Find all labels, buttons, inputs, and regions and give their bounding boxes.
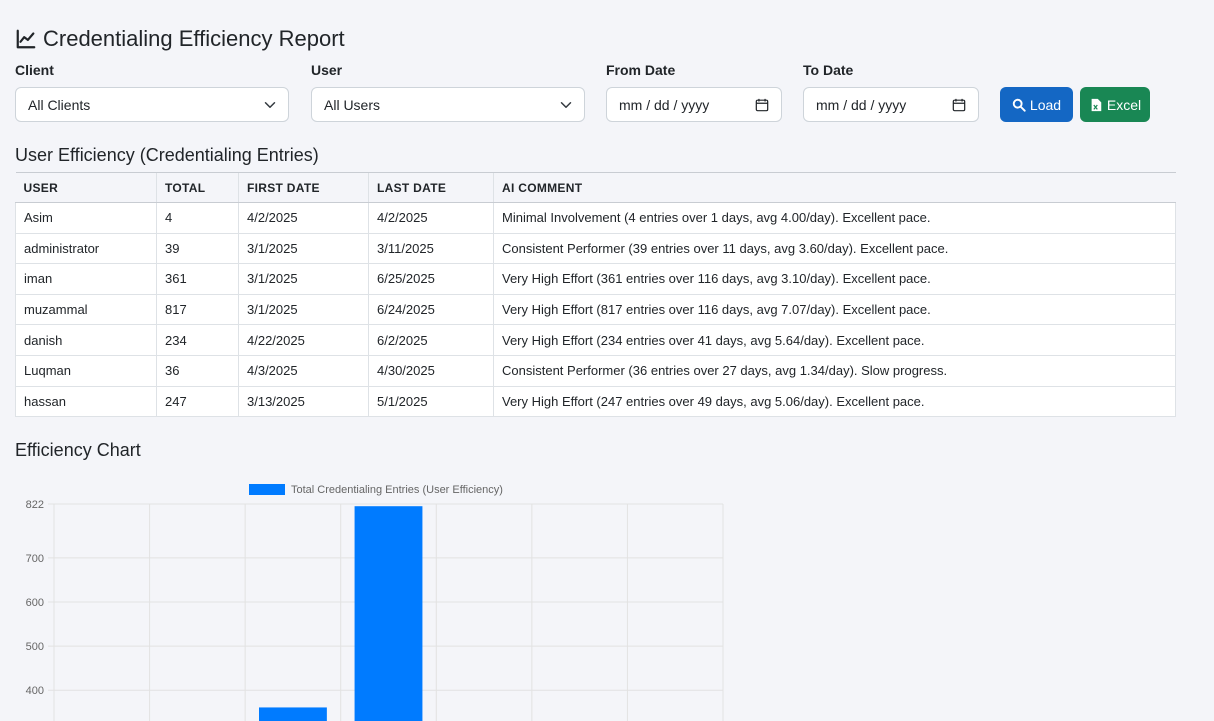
cell-first-date: 4/2/2025 [238,202,369,234]
cell-ai-comment: Consistent Performer (39 entries over 11… [493,232,1176,265]
client-select[interactable]: All Clients [15,87,289,122]
cell-last-date: 4/30/2025 [368,354,494,387]
cell-user: muzammal [15,293,157,326]
chart-line-icon [16,29,36,49]
cell-first-date: 3/1/2025 [238,293,369,326]
to-date-input[interactable]: mm / dd / yyyy [803,87,979,122]
cell-total: 817 [156,293,239,326]
table-row: iman 361 3/1/2025 6/25/2025 Very High Ef… [15,263,1176,295]
cell-last-date: 3/11/2025 [368,232,494,265]
chevron-down-icon [264,101,276,108]
cell-ai-comment: Very High Effort (817 entries over 116 d… [493,293,1176,326]
legend-label[interactable]: Total Credentialing Entries (User Effici… [291,484,503,496]
cell-last-date: 5/1/2025 [368,385,494,418]
load-button-label: Load [1029,96,1062,113]
column-header-last-date[interactable]: LAST DATE [368,172,494,203]
cell-first-date: 4/3/2025 [238,354,369,387]
table-section-title: User Efficiency (Credentialing Entries) [15,145,319,165]
table-row: administrator 39 3/1/2025 3/11/2025 Cons… [15,232,1176,265]
column-header-total[interactable]: TOTAL [156,172,239,203]
cell-total: 39 [156,232,239,265]
user-efficiency-table: USER TOTAL FIRST DATE LAST DATE AI COMME… [15,172,1176,418]
y-tick-label: 400 [26,685,44,697]
table-row: Luqman 36 4/3/2025 4/30/2025 Consistent … [15,354,1176,387]
load-button[interactable]: Load [1000,87,1073,122]
cell-ai-comment: Very High Effort (234 entries over 41 da… [493,324,1176,356]
cell-first-date: 3/1/2025 [238,263,369,295]
from-date-label: From Date [606,62,676,78]
efficiency-bar-chart: Total Credentialing Entries (User Effici… [26,484,724,721]
bar-muzammal[interactable] [354,506,423,721]
cell-user: hassan [15,385,157,418]
table-row: danish 234 4/22/2025 6/2/2025 Very High … [15,324,1176,356]
user-select-value: All Users [324,96,381,113]
excel-button[interactable]: Excel [1080,87,1150,122]
legend-swatch[interactable] [249,484,285,495]
cell-user: Luqman [15,354,157,387]
user-select[interactable]: All Users [311,87,585,122]
to-date-value: mm / dd / yyyy [816,96,907,113]
cell-total: 234 [156,324,239,356]
cell-total: 36 [156,354,239,387]
file-excel-icon [1091,98,1102,111]
cell-first-date: 3/13/2025 [238,385,369,418]
y-tick-label: 700 [26,553,44,565]
client-select-value: All Clients [28,96,91,113]
from-date-input[interactable]: mm / dd / yyyy [606,87,782,122]
column-header-first-date[interactable]: FIRST DATE [238,172,369,203]
chevron-down-icon [560,101,572,108]
cell-total: 4 [156,202,239,234]
cell-user: administrator [15,232,157,265]
table-row: hassan 247 3/13/2025 5/1/2025 Very High … [15,385,1176,418]
excel-button-label: Excel [1106,96,1142,113]
table-row: Asim 4 4/2/2025 4/2/2025 Minimal Involve… [15,202,1176,234]
cell-last-date: 6/2/2025 [368,324,494,356]
y-tick-label: 500 [26,641,44,653]
cell-ai-comment: Minimal Involvement (4 entries over 1 da… [493,202,1176,234]
cell-ai-comment: Very High Effort (247 entries over 49 da… [493,385,1176,418]
user-label: User [311,62,343,78]
cell-user: iman [15,263,157,295]
calendar-icon[interactable] [755,98,769,112]
table-row: muzammal 817 3/1/2025 6/24/2025 Very Hig… [15,293,1176,326]
cell-last-date: 4/2/2025 [368,202,494,234]
y-tick-label: 822 [26,499,44,511]
cell-user: Asim [15,202,157,234]
from-date-value: mm / dd / yyyy [619,96,710,113]
to-date-label: To Date [803,62,854,78]
cell-first-date: 3/1/2025 [238,232,369,265]
cell-user: danish [15,324,157,356]
client-label: Client [15,62,54,78]
search-icon [1012,98,1026,112]
cell-ai-comment: Consistent Performer (36 entries over 27… [493,354,1176,387]
chart-section-title: Efficiency Chart [15,440,141,460]
cell-total: 247 [156,385,239,418]
column-header-user[interactable]: USER [15,172,157,203]
column-header-ai-comment[interactable]: AI COMMENT [493,172,1176,203]
cell-ai-comment: Very High Effort (361 entries over 116 d… [493,263,1176,295]
calendar-icon[interactable] [952,98,966,112]
y-tick-label: 600 [26,597,44,609]
efficiency-chart: Total Credentialing Entries (User Effici… [0,470,740,721]
cell-first-date: 4/22/2025 [238,324,369,356]
cell-total: 361 [156,263,239,295]
table-header-row: USER TOTAL FIRST DATE LAST DATE AI COMME… [15,172,1176,203]
cell-last-date: 6/25/2025 [368,263,494,295]
bar-iman[interactable] [259,707,327,721]
page-title-text: Credentialing Efficiency Report [43,26,345,51]
cell-last-date: 6/24/2025 [368,293,494,326]
page-title: Credentialing Efficiency Report [15,26,345,52]
